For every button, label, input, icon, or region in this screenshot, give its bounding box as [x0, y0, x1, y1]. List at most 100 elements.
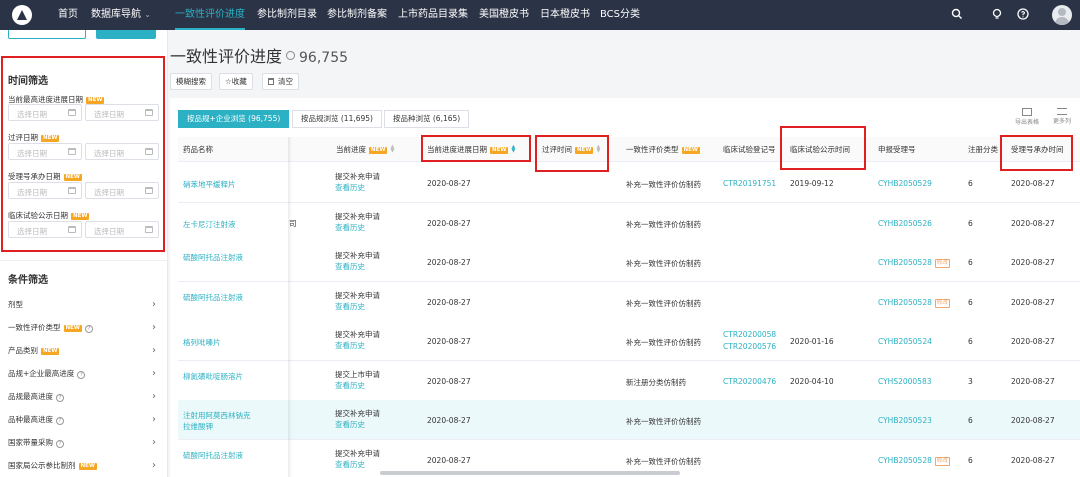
- nav-jp-orange-book[interactable]: 日本橙皮书: [540, 0, 590, 30]
- bulb-icon[interactable]: [990, 8, 1004, 22]
- date-start-input[interactable]: 选择日期: [8, 143, 82, 160]
- date-placeholder: 选择日期: [94, 188, 124, 197]
- sidebar-top-button-secondary[interactable]: [8, 30, 86, 39]
- col-reg-class[interactable]: 注册分类: [968, 137, 998, 162]
- tab-variety[interactable]: 按品种浏览 (6,165): [384, 110, 470, 128]
- acceptance-no-link[interactable]: CYHB2050523: [878, 416, 932, 425]
- tab-spec[interactable]: 按品规浏览 (11,695): [292, 110, 382, 128]
- cond-item-reference-published[interactable]: 国家局公示参比制剂 NEW ›: [8, 454, 160, 477]
- horizontal-scrollbar[interactable]: [380, 471, 680, 475]
- avatar[interactable]: [1052, 5, 1072, 25]
- acceptance-no[interactable]: CYHB2050528: [878, 258, 932, 267]
- view-history-link[interactable]: 查看历史: [335, 419, 380, 430]
- nav-bcs[interactable]: BCS分类: [600, 0, 640, 30]
- chevron-right-icon: ›: [152, 437, 156, 448]
- date-end-input[interactable]: 选择日期: [85, 143, 159, 160]
- logo-icon[interactable]: [12, 5, 32, 25]
- fuzzy-search-button[interactable]: 模糊搜索: [170, 73, 212, 90]
- acceptance-no-link[interactable]: CYHB2050524: [878, 337, 932, 346]
- cond-item-consistency-type[interactable]: 一致性评价类型 NEW? ›: [8, 316, 160, 340]
- progress-stage: 提交上市申请: [335, 370, 380, 379]
- tab-spec-company[interactable]: 按品规+企业浏览 (96,755): [178, 110, 290, 128]
- drug-name-link[interactable]: 硫酸阿托品注射液: [183, 252, 255, 263]
- drug-name-link[interactable]: 硝苯地平缓释片: [183, 179, 236, 190]
- view-history-link[interactable]: 查看历史: [335, 222, 380, 233]
- col-clinical-reg-no[interactable]: 临床试验登记号: [723, 137, 776, 162]
- favorite-button[interactable]: ☆收藏: [219, 73, 253, 90]
- cond-item-spec-company-progress[interactable]: 品规+企业最高进度? ›: [8, 362, 160, 386]
- chevron-right-icon: ›: [152, 460, 156, 471]
- nav-database[interactable]: 数据库导航 ⌄: [91, 0, 151, 30]
- nav-listed-drugs[interactable]: 上市药品目录集: [398, 0, 468, 30]
- cond-item-variety-progress[interactable]: 品种最高进度? ›: [8, 408, 160, 432]
- consistency-type: 补充一致性评价仿制药: [626, 417, 701, 426]
- nav-reference-filing[interactable]: 参比制剂备案: [327, 0, 387, 30]
- drug-name-link[interactable]: 格列吡嗪片: [183, 337, 221, 348]
- help-icon[interactable]: ?: [84, 325, 93, 333]
- drug-name-link[interactable]: 柳氮磺吡啶肠溶片: [183, 371, 255, 382]
- cond-item-product-category[interactable]: 产品类别 NEW ›: [8, 339, 160, 363]
- col-acceptance-no[interactable]: 申报受理号: [878, 137, 916, 162]
- chevron-right-icon: ›: [152, 299, 156, 310]
- date-placeholder: 选择日期: [94, 227, 124, 236]
- date-start-input[interactable]: 选择日期: [8, 182, 82, 199]
- acceptance-no-link[interactable]: CYHB2050528 修改: [878, 258, 950, 268]
- date-start-input[interactable]: 选择日期: [8, 221, 82, 238]
- acceptance-no-link[interactable]: CYHB2050526: [878, 219, 932, 228]
- acceptance-no-link[interactable]: CYHB2050528 修改: [878, 456, 950, 466]
- help-icon[interactable]: ?: [56, 417, 64, 425]
- col-drug-name[interactable]: 药品名称: [183, 137, 213, 162]
- drug-name-link[interactable]: 硫酸阿托品注射液: [183, 292, 255, 303]
- view-history-link[interactable]: 查看历史: [335, 301, 380, 312]
- drug-name-link[interactable]: 注射用阿莫西林钠克拉维酸钾: [183, 410, 255, 432]
- nav-home[interactable]: 首页: [58, 0, 78, 30]
- progress-stage: 提交补充申请: [335, 330, 380, 339]
- more-columns-button[interactable]: 更多列: [1053, 108, 1071, 125]
- col-current-progress[interactable]: 当前进度 NEW ▲ ▼: [336, 137, 394, 162]
- drug-name-link[interactable]: 左卡尼汀注射液: [183, 219, 236, 230]
- acceptance-no-link[interactable]: CYHB2050529: [878, 179, 932, 188]
- acceptance-no[interactable]: CYHB2050528: [878, 456, 932, 465]
- acceptance-no[interactable]: CYHB2050524: [878, 337, 932, 346]
- clinical-reg-link[interactable]: CTR20191751: [723, 179, 776, 188]
- nav-consistency-progress[interactable]: 一致性评价进度: [175, 0, 245, 30]
- export-table-button[interactable]: 导出表格: [1015, 108, 1039, 126]
- clinical-reg-link[interactable]: CTR20200576: [723, 342, 776, 351]
- date-start-input[interactable]: 选择日期: [8, 104, 82, 121]
- sort-icon[interactable]: ▲ ▼: [390, 145, 394, 154]
- date-end-input[interactable]: 选择日期: [85, 221, 159, 238]
- date-end-input[interactable]: 选择日期: [85, 104, 159, 121]
- date-end-input[interactable]: 选择日期: [85, 182, 159, 199]
- progress-cell: 提交补充申请 查看历史: [335, 290, 380, 312]
- help-icon[interactable]: ?: [56, 440, 64, 448]
- search-icon[interactable]: [950, 8, 964, 22]
- view-history-link[interactable]: 查看历史: [335, 380, 380, 391]
- cond-item-volume-procurement[interactable]: 国家带量采购? ›: [8, 431, 160, 455]
- acceptance-no[interactable]: CYHB2050526: [878, 219, 932, 228]
- nav-us-orange-book[interactable]: 美国橙皮书: [479, 0, 529, 30]
- help-icon[interactable]: [1016, 8, 1030, 22]
- view-history-link[interactable]: 查看历史: [335, 261, 380, 272]
- view-history-link[interactable]: 查看历史: [335, 182, 380, 193]
- view-history-link[interactable]: 查看历史: [335, 459, 380, 470]
- help-icon[interactable]: ?: [77, 371, 86, 379]
- clinical-reg-link[interactable]: CTR20200476: [723, 377, 776, 386]
- calendar-icon: [145, 109, 153, 116]
- acceptance-no[interactable]: CYHB2050528: [878, 298, 932, 307]
- nav-reference-catalog[interactable]: 参比制剂目录: [257, 0, 317, 30]
- acceptance-no-link[interactable]: CYHS2000583: [878, 377, 932, 386]
- col-consistency-type[interactable]: 一致性评价类型 NEW: [626, 137, 700, 162]
- view-history-link[interactable]: 查看历史: [335, 340, 380, 351]
- acceptance-no[interactable]: CYHB2050523: [878, 416, 932, 425]
- acceptance-no-link[interactable]: CYHB2050528 修改: [878, 298, 950, 308]
- sidebar-top-button-primary[interactable]: [96, 30, 156, 39]
- acceptance-no[interactable]: CYHS2000583: [878, 377, 932, 386]
- consistency-type: 补充一致性评价仿制药: [626, 220, 701, 229]
- acceptance-no[interactable]: CYHB2050529: [878, 179, 932, 188]
- drug-name-link[interactable]: 硫酸阿托品注射液: [183, 450, 255, 461]
- clear-button[interactable]: 清空: [262, 73, 299, 90]
- cond-item-dosage-form[interactable]: 剂型 ›: [8, 293, 160, 317]
- clinical-reg-link[interactable]: CTR20200058: [723, 330, 776, 339]
- cond-item-spec-progress[interactable]: 品规最高进度? ›: [8, 385, 160, 409]
- help-icon[interactable]: ?: [56, 394, 64, 402]
